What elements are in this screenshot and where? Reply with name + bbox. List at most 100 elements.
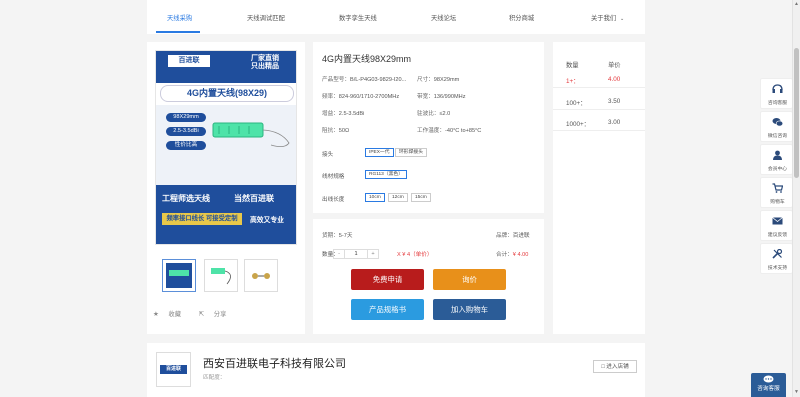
spec-size: 尺寸：98X29mm [417, 77, 460, 83]
star-icon: ★ [153, 311, 159, 318]
sidebar-consult[interactable]: 咨询客服 [760, 78, 793, 109]
order-panel: 货期：5-7天 品牌：百进联 数量： - 1 + X ¥ 4（单价） 合计：¥ … [313, 219, 544, 334]
spec-bandwidth: 带宽：136/990MHz [417, 94, 466, 100]
inquiry-button[interactable]: 询价 [433, 269, 506, 290]
price-tiers: 数量 单价 1+： 4.00 100+： 3.50 1000+： 3.00 [553, 42, 645, 334]
thumbnail-2[interactable] [204, 259, 238, 292]
sidebar-cart-label: 购物车 [770, 200, 785, 205]
spec-vswr: 驻波比：≤2.0 [417, 111, 451, 117]
antenna-illustration-icon [212, 122, 290, 147]
headset-icon [772, 84, 783, 93]
enter-store-button[interactable]: □ 进入店铺 [593, 360, 637, 373]
scrollbar-thumb[interactable] [794, 48, 799, 178]
spec-model: 产品型号：B/L-P4G03-9829-I20... [322, 77, 407, 83]
nav-item-forum[interactable]: 天线论坛 [431, 13, 456, 22]
banner-slogan-1: 厂家直销 [251, 55, 279, 62]
share-button[interactable]: ⇱ 分享 [199, 311, 235, 318]
mail-icon [772, 217, 783, 225]
price-row-price-1: 4.00 [608, 76, 621, 83]
free-apply-button[interactable]: 免费申请 [351, 269, 424, 290]
cable-option-rg113[interactable]: RG113（黑色） [365, 170, 408, 179]
qty-input[interactable]: 1 [344, 250, 368, 258]
favorite-label: 收藏 [168, 311, 181, 318]
nav-active-underline [156, 31, 200, 33]
product-gallery: 百进联 厂家直销 只出精品 4G内置天线(98X29) 98X29mm 2.5-… [147, 42, 305, 334]
banner-size-tag: 98X29mm [166, 113, 206, 122]
company-match: 匹配度： [203, 375, 226, 381]
price-header-qty: 数量 [566, 62, 579, 69]
online-service-button[interactable]: 咨询客服 [751, 373, 786, 397]
qty-plus-button[interactable]: + [368, 250, 378, 258]
length-option-12cm[interactable]: 12cm [388, 193, 408, 202]
banner-footer-right: 高效又专业 [250, 217, 284, 224]
sidebar-wechat[interactable]: 微信咨询 [760, 111, 793, 142]
quantity-stepper: - 1 + [333, 249, 379, 259]
company-logo-text: 百进联 [160, 365, 187, 374]
connector-icon [252, 273, 270, 279]
product-title: 4G内置天线98X29mm [322, 54, 412, 64]
sidebar-consult-label: 咨询客服 [767, 101, 788, 106]
banner-value-tag: 性价比高 [166, 141, 206, 150]
thumbnail-3[interactable] [244, 259, 278, 292]
banner-bottom-left: 工程师选天线 [162, 194, 210, 203]
chevron-down-icon: ⌄ [619, 16, 625, 22]
qty-minus-button[interactable]: - [334, 250, 344, 258]
unit-price-text: X ¥ 4（单价） [397, 252, 433, 258]
company-logo[interactable]: 百进联 [156, 352, 191, 387]
banner-product-name: 4G内置天线(98X29) [160, 85, 294, 102]
nav-item-antenna-purchase[interactable]: 天线采购 [167, 13, 192, 22]
banner-gain-tag: 2.5-3.5dBi [166, 127, 206, 136]
cable-label: 线材规格 [322, 174, 345, 180]
connector-label: 接头 [322, 152, 334, 158]
sidebar-tech-support-label: 技术支持 [767, 266, 788, 271]
product-main-image[interactable]: 百进联 厂家直销 只出精品 4G内置天线(98X29) 98X29mm 2.5-… [155, 50, 297, 245]
chat-icon [772, 118, 783, 127]
banner-header: 百进联 厂家直销 只出精品 [156, 51, 296, 83]
total: 合计：¥ 4.00 [496, 252, 529, 258]
scroll-down-icon[interactable]: ▼ [794, 389, 799, 395]
sidebar-member[interactable]: 会员中心 [760, 144, 793, 175]
spec-temperature: 工作温度：-40°C to+85°C [417, 128, 482, 134]
add-to-cart-button[interactable]: 加入购物车 [433, 299, 506, 320]
sidebar-member-label: 会员中心 [767, 167, 788, 172]
share-icon: ⇱ [198, 311, 205, 318]
sidebar-feedback-label: 建议反馈 [767, 233, 788, 238]
page-scrollbar[interactable]: ▲ ▼ [792, 0, 800, 397]
nav-item-about-us-label: 关于我们 [591, 15, 617, 22]
price-divider [553, 130, 645, 131]
antenna-cable-icon [211, 268, 231, 285]
spec-gain: 增益：2.5-3.5dBi [322, 111, 365, 117]
nav-item-digital-twin[interactable]: 数字孪生天线 [339, 13, 377, 22]
nav-item-antenna-tuning[interactable]: 天线调试匹配 [247, 13, 285, 22]
length-option-10cm[interactable]: 10cm [365, 193, 385, 202]
connector-option-ring[interactable]: 环形焊接头 [395, 148, 427, 157]
connector-option-ipex[interactable]: IPEX一代 [365, 148, 394, 157]
sidebar-feedback[interactable]: 建议反馈 [760, 210, 793, 241]
store-icon: □ [601, 364, 605, 370]
brand: 品牌：百进联 [496, 233, 530, 239]
nav-item-about-us[interactable]: 关于我们 ⌄ [591, 13, 624, 22]
thumbnail-1[interactable] [162, 259, 196, 292]
nav-item-points-mall[interactable]: 积分商城 [509, 13, 534, 22]
length-option-15cm[interactable]: 15cm [411, 193, 431, 202]
top-nav: 天线采购 天线调试匹配 数字孪生天线 天线论坛 积分商城 关于我们 ⌄ [147, 0, 645, 34]
banner-slogan-2: 只出精品 [251, 63, 279, 70]
enter-store-label: 进入店铺 [606, 364, 629, 370]
company-name[interactable]: 西安百进联电子科技有限公司 [203, 355, 346, 371]
price-row-qty-1: 1+： [566, 78, 580, 85]
user-icon [773, 150, 782, 160]
price-row-price-3: 3.00 [608, 119, 621, 126]
sidebar-cart[interactable]: 购物车 [760, 177, 793, 208]
favorite-button[interactable]: ★ 收藏 [153, 311, 189, 318]
spec-sheet-button[interactable]: 产品规格书 [351, 299, 424, 320]
banner-footer-left: 频率接口线长 可接受定制 [162, 213, 242, 225]
price-row-qty-2: 100+： [566, 100, 587, 107]
length-label: 出线长度 [322, 197, 345, 203]
price-row-qty-3: 1000+： [566, 121, 590, 128]
sidebar-tech-support[interactable]: 技术支持 [760, 243, 793, 274]
price-row-price-2: 3.50 [608, 98, 621, 105]
share-label: 分享 [213, 311, 227, 318]
price-divider [553, 87, 645, 88]
delivery-time: 货期：5-7天 [322, 233, 353, 239]
scroll-up-icon[interactable]: ▲ [794, 1, 799, 7]
